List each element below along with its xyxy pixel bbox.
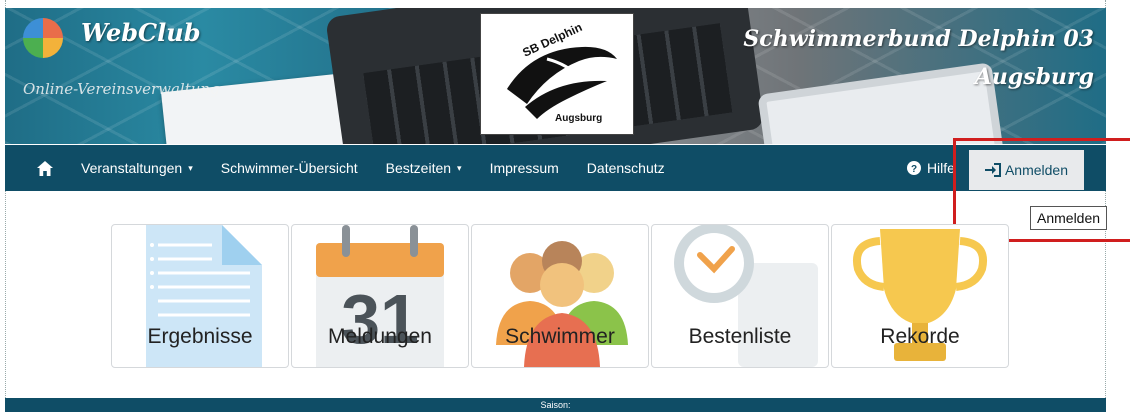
nav-impressum[interactable]: Impressum — [476, 145, 573, 191]
nav-bestzeiten[interactable]: Bestzeiten ▾ — [372, 145, 476, 191]
dolphin-emblem-icon: SB Delphin Augsburg — [507, 20, 617, 124]
nav-veranstaltungen[interactable]: Veranstaltungen ▾ — [67, 145, 207, 191]
home-button[interactable] — [23, 145, 67, 191]
tile-label: Ergebnisse — [147, 325, 253, 348]
tile-ergebnisse[interactable]: Ergebnisse — [111, 224, 289, 368]
app-name: WebClub — [81, 18, 201, 47]
app-subtitle: Online-Vereinsverwaltung — [23, 80, 220, 98]
question-circle-icon: ? — [906, 161, 921, 175]
nav-datenschutz[interactable]: Datenschutz — [573, 145, 679, 191]
header-banner: WebClub Online-Vereinsverwaltung SB Delp… — [5, 8, 1106, 144]
season-label: Saison: — [540, 400, 571, 410]
home-icon — [37, 160, 53, 176]
emblem-bottom-text: Augsburg — [555, 113, 602, 124]
tile-label: Bestenliste — [688, 325, 792, 348]
tile-label: Rekorde — [880, 325, 960, 348]
club-emblem: SB Delphin Augsburg — [480, 13, 634, 135]
nav-label: Datenschutz — [586, 160, 665, 176]
webclub-logo-icon — [23, 18, 63, 58]
nav-label: Schwimmer-Übersicht — [220, 160, 358, 176]
tile-meldungen[interactable]: 31 Meldungen — [291, 224, 469, 368]
login-tooltip: Anmelden — [1030, 206, 1108, 230]
club-title: Schwimmerbund Delphin 03 Augsburg — [743, 20, 1094, 96]
season-footer: Saison: — [5, 398, 1106, 412]
nav-label: Impressum — [489, 160, 559, 176]
help-label: Hilfe — [926, 160, 955, 176]
tile-bestenliste[interactable]: Bestenliste — [651, 224, 829, 368]
caret-down-icon: ▾ — [457, 162, 462, 173]
nav-schwimmer-uebersicht[interactable]: Schwimmer-Übersicht — [207, 145, 372, 191]
tile-rekorde[interactable]: Rekorde — [831, 224, 1009, 368]
caret-down-icon: ▾ — [188, 162, 193, 173]
nav-label: Veranstaltungen — [81, 160, 183, 176]
club-title-line2: Augsburg — [974, 64, 1094, 90]
tile-label: Meldungen — [328, 325, 432, 348]
main-navbar: Veranstaltungen ▾ Schwimmer-Übersicht Bes… — [5, 145, 1106, 191]
club-title-line1: Schwimmerbund Delphin 03 — [743, 26, 1094, 52]
tile-label: Schwimmer — [505, 325, 615, 348]
tiles-row: Ergebnisse 31 Meldungen Schwimmer Besten… — [111, 224, 1009, 368]
tile-schwimmer[interactable]: Schwimmer — [471, 224, 649, 368]
nav-label: Bestzeiten — [385, 160, 452, 176]
svg-text:?: ? — [911, 164, 917, 175]
